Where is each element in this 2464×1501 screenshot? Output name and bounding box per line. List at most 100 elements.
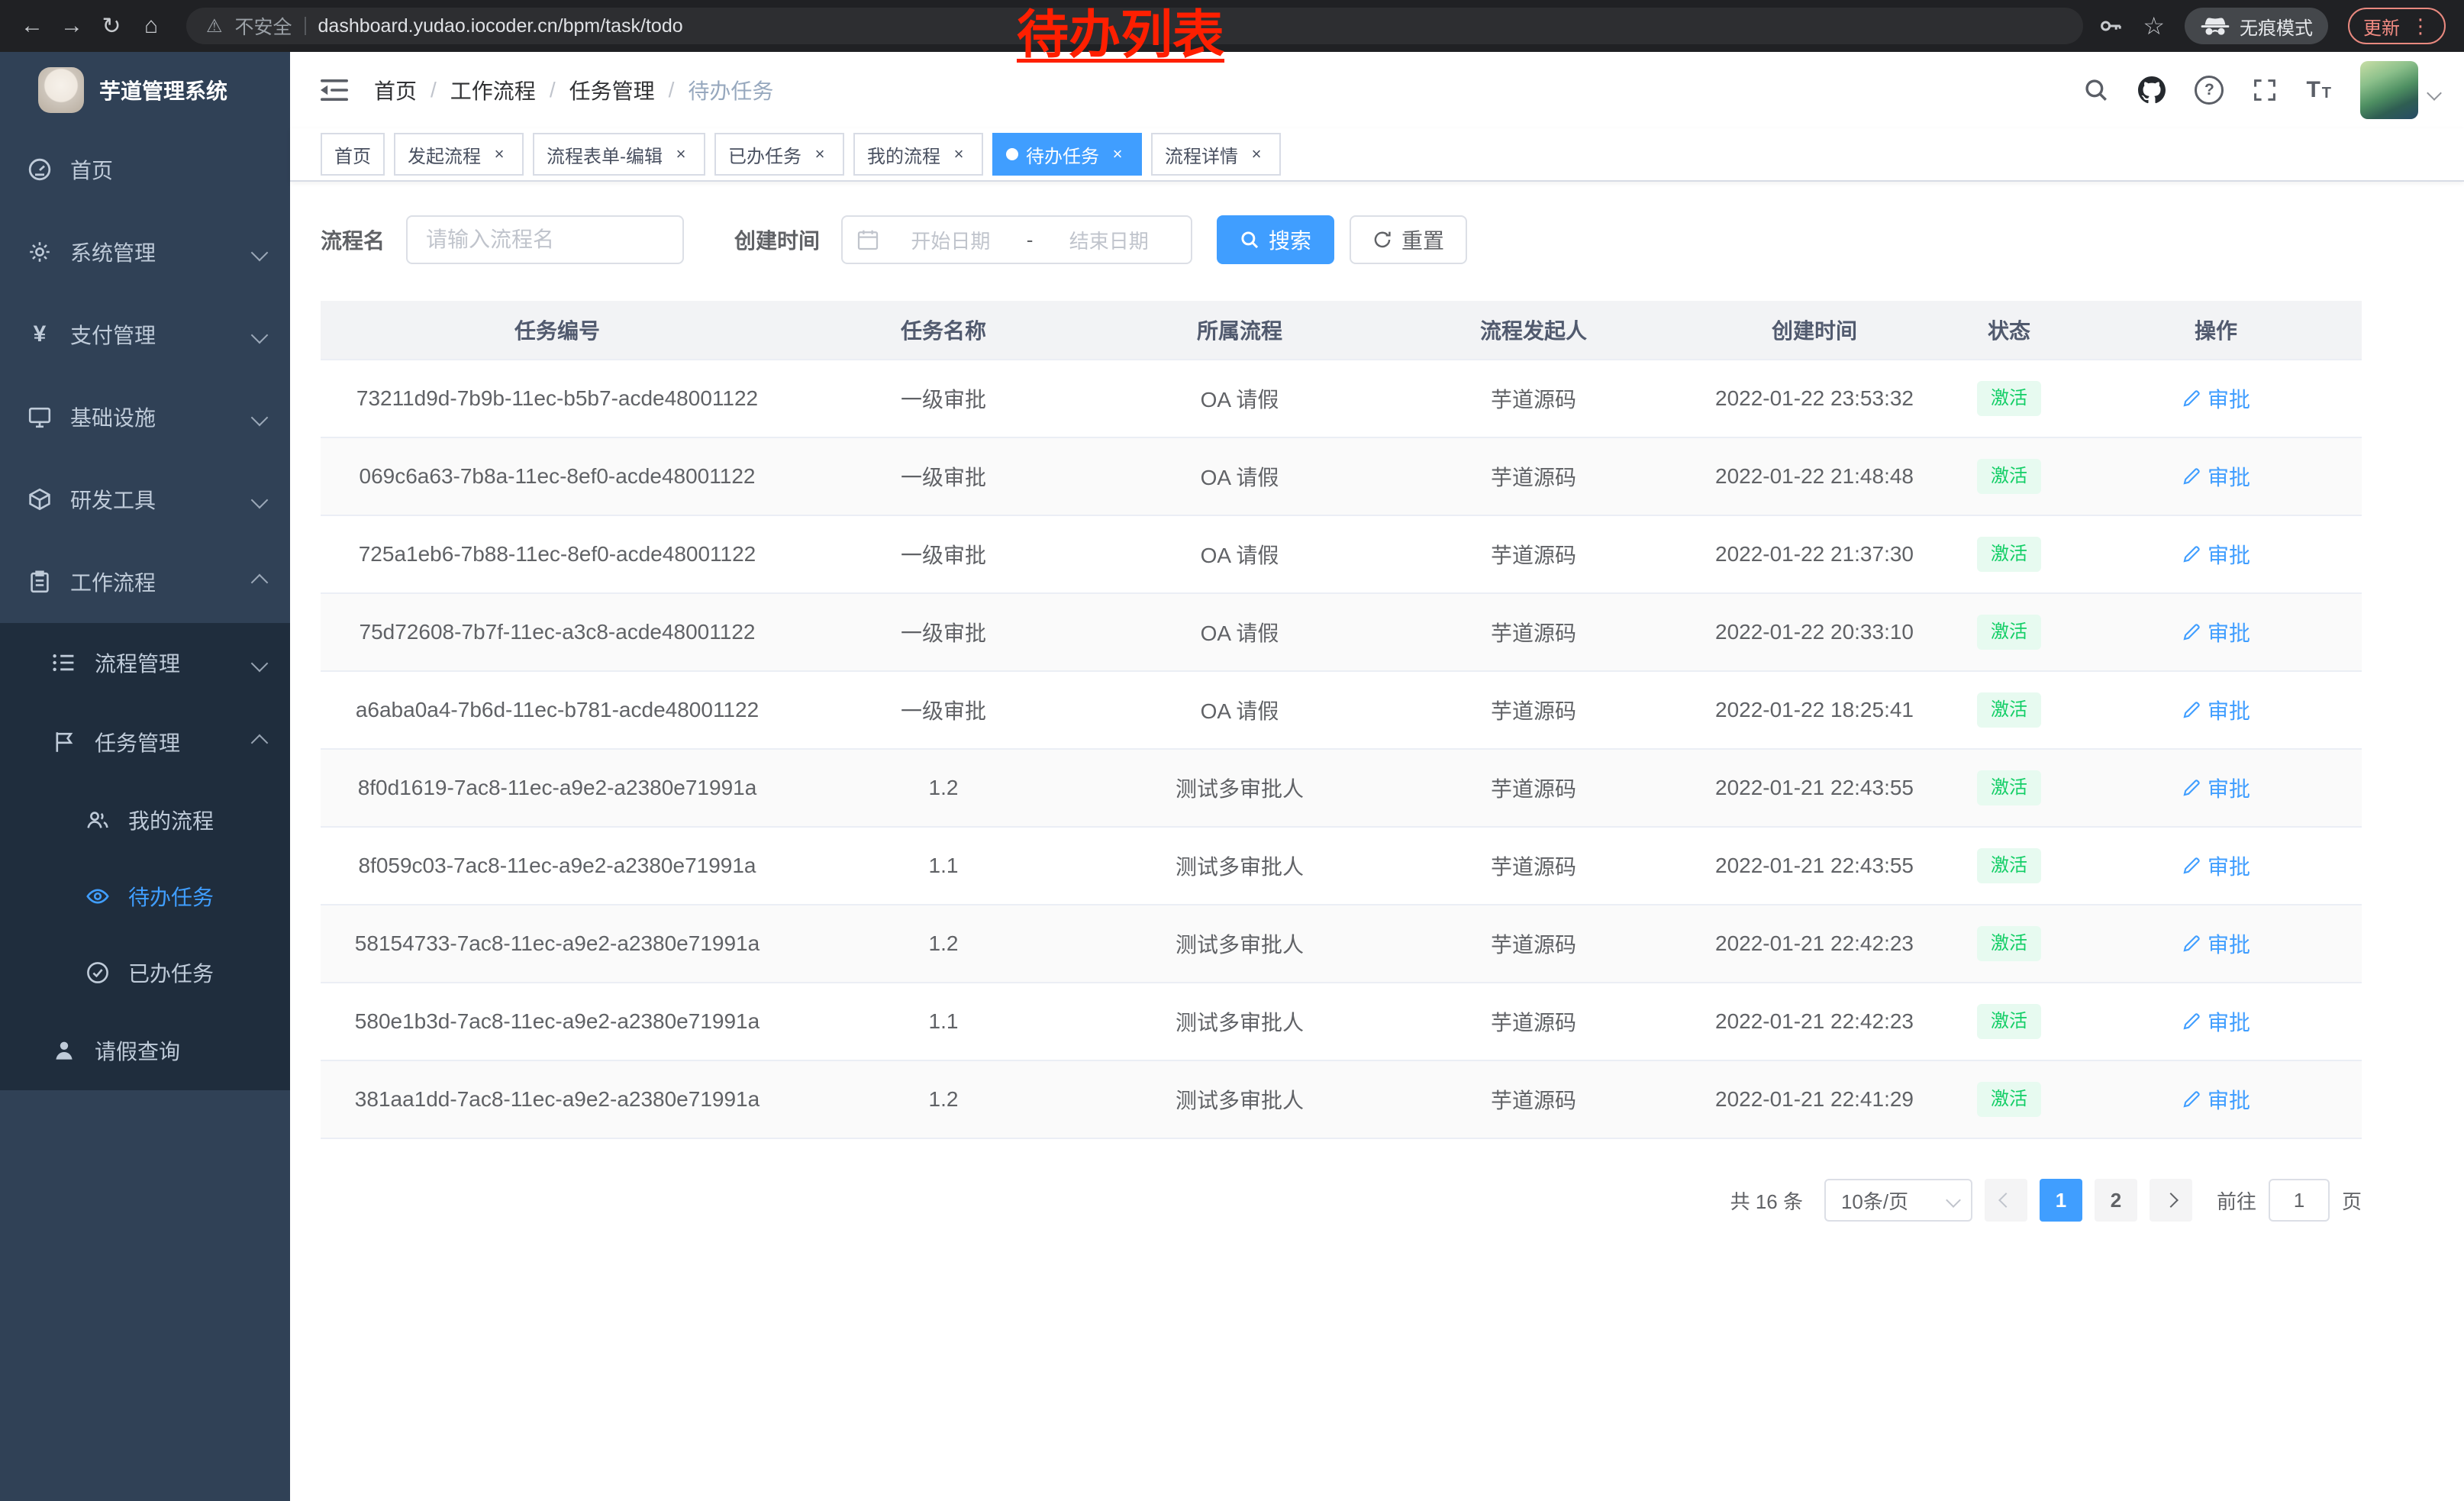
edit-icon (2182, 544, 2201, 564)
action-cell: 审批 (2070, 983, 2362, 1060)
status-cell: 激活 (1948, 749, 2070, 827)
create-time-cell: 2022-01-21 22:42:23 (1681, 905, 1948, 983)
starter-cell: 芋道源码 (1386, 983, 1681, 1060)
total-count: 共 16 条 (1730, 1186, 1803, 1215)
next-page-button[interactable] (2150, 1179, 2192, 1222)
forward-icon[interactable]: → (52, 6, 92, 46)
action-cell: 审批 (2070, 905, 2362, 983)
tab-process-form-edit[interactable]: 流程表单-编辑 × (533, 133, 705, 176)
close-icon[interactable]: × (670, 144, 692, 165)
dashboard-icon (27, 157, 52, 182)
back-icon[interactable]: ← (12, 6, 52, 46)
page-button-2[interactable]: 2 (2095, 1179, 2137, 1222)
help-icon[interactable]: ? (2195, 76, 2224, 105)
approve-link[interactable]: 审批 (2182, 773, 2250, 803)
menu-label: 待办任务 (128, 881, 214, 912)
home-icon[interactable]: ⌂ (131, 6, 171, 46)
sidebar-item-task-mgmt[interactable]: 任务管理 (0, 702, 290, 782)
approve-link[interactable]: 审批 (2182, 461, 2250, 492)
approve-link[interactable]: 审批 (2182, 1006, 2250, 1037)
chevron-down-icon (253, 487, 266, 512)
task-name-cell: 1.1 (794, 983, 1093, 1060)
address-bar[interactable]: ⚠ 不安全 dashboard.yudao.iocoder.cn/bpm/tas… (186, 8, 2083, 44)
approve-link[interactable]: 审批 (2182, 695, 2250, 725)
action-cell: 审批 (2070, 360, 2362, 437)
user-menu[interactable] (2360, 61, 2440, 119)
sidebar-item-payment-mgmt[interactable]: ¥ 支付管理 (0, 293, 290, 376)
approve-link[interactable]: 审批 (2182, 383, 2250, 414)
search-button[interactable]: 搜索 (1217, 215, 1334, 264)
approve-link[interactable]: 审批 (2182, 1084, 2250, 1115)
page-size-select[interactable]: 10条/页 (1824, 1179, 1972, 1222)
approve-link[interactable]: 审批 (2182, 617, 2250, 647)
topbar-actions: ? TT (2083, 61, 2440, 119)
date-range-picker[interactable]: 开始日期 - 结束日期 (841, 215, 1192, 264)
breadcrumb-item[interactable]: 工作流程 (450, 75, 536, 105)
update-label: 更新 (2363, 13, 2400, 40)
kebab-menu-icon[interactable]: ⋮ (2411, 15, 2430, 38)
page-size-value: 10条/页 (1841, 1186, 1908, 1215)
approve-link[interactable]: 审批 (2182, 851, 2250, 881)
tab-label: 我的流程 (867, 141, 940, 168)
sidebar-item-home[interactable]: 首页 (0, 128, 290, 211)
tab-start-process[interactable]: 发起流程 × (394, 133, 524, 176)
process-name-label: 流程名 (321, 224, 385, 255)
hamburger-icon[interactable] (321, 79, 348, 101)
starter-cell: 芋道源码 (1386, 360, 1681, 437)
tab-label: 流程详情 (1165, 141, 1238, 168)
tab-label: 发起流程 (408, 141, 481, 168)
sidebar-item-done-tasks[interactable]: 已办任务 (0, 934, 290, 1011)
menu-label: 任务管理 (95, 727, 180, 757)
goto-page-input[interactable] (2269, 1179, 2330, 1222)
tab-my-process[interactable]: 我的流程 × (853, 133, 983, 176)
font-size-icon[interactable]: TT (2306, 79, 2331, 102)
update-chrome-button[interactable]: 更新 ⋮ (2348, 8, 2446, 44)
process-cell: 测试多审批人 (1093, 983, 1386, 1060)
close-icon[interactable]: × (1246, 144, 1267, 165)
reload-icon[interactable]: ↻ (92, 6, 131, 46)
action-cell: 审批 (2070, 1060, 2362, 1138)
bookmark-star-icon[interactable]: ☆ (2143, 11, 2165, 40)
page-button-1[interactable]: 1 (2040, 1179, 2082, 1222)
status-cell: 激活 (1948, 671, 2070, 749)
key-icon[interactable] (2098, 14, 2123, 38)
sidebar-item-infrastructure[interactable]: 基础设施 (0, 376, 290, 458)
table-row: 8f059c03-7ac8-11ec-a9e2-a2380e71991a 1.1… (321, 827, 2362, 905)
approve-link[interactable]: 审批 (2182, 928, 2250, 959)
table-row: 069c6a63-7b8a-11ec-8ef0-acde48001122 一级审… (321, 437, 2362, 515)
breadcrumb-item[interactable]: 首页 (374, 75, 417, 105)
close-icon[interactable]: × (489, 144, 510, 165)
sidebar-item-process-mgmt[interactable]: 流程管理 (0, 623, 290, 702)
close-icon[interactable]: × (809, 144, 830, 165)
menu-label: 我的流程 (128, 805, 214, 835)
tab-home[interactable]: 首页 (321, 133, 385, 176)
app-logo[interactable]: 芋道管理系统 (0, 52, 290, 128)
tab-process-detail[interactable]: 流程详情 × (1151, 133, 1281, 176)
task-name-cell: 一级审批 (794, 671, 1093, 749)
tab-todo-tasks[interactable]: 待办任务 × (992, 133, 1142, 176)
close-icon[interactable]: × (948, 144, 969, 165)
sidebar-item-my-process[interactable]: 我的流程 (0, 782, 290, 858)
sidebar-item-todo-tasks[interactable]: 待办任务 (0, 858, 290, 934)
approve-link[interactable]: 审批 (2182, 539, 2250, 570)
search-icon[interactable] (2083, 77, 2109, 103)
tab-done-tasks[interactable]: 已办任务 × (714, 133, 844, 176)
reset-button[interactable]: 重置 (1350, 215, 1467, 264)
edit-icon (2182, 622, 2201, 642)
menu-label: 支付管理 (70, 319, 156, 350)
breadcrumb: 首页 / 工作流程 / 任务管理 / 待办任务 (374, 75, 773, 105)
process-name-input[interactable] (406, 215, 684, 264)
starter-cell: 芋道源码 (1386, 671, 1681, 749)
prev-page-button[interactable] (1985, 1179, 2027, 1222)
breadcrumb-item[interactable]: 任务管理 (569, 75, 655, 105)
fullscreen-icon[interactable] (2253, 78, 2277, 102)
sidebar-item-dev-tools[interactable]: 研发工具 (0, 458, 290, 541)
github-icon[interactable] (2138, 76, 2166, 104)
process-cell: 测试多审批人 (1093, 1060, 1386, 1138)
close-icon[interactable]: × (1107, 144, 1128, 165)
task-name-cell: 1.1 (794, 827, 1093, 905)
sidebar-item-leave-query[interactable]: 请假查询 (0, 1011, 290, 1090)
sidebar-item-workflow[interactable]: 工作流程 (0, 541, 290, 623)
edit-icon (2182, 934, 2201, 954)
sidebar-item-system-mgmt[interactable]: 系统管理 (0, 211, 290, 293)
